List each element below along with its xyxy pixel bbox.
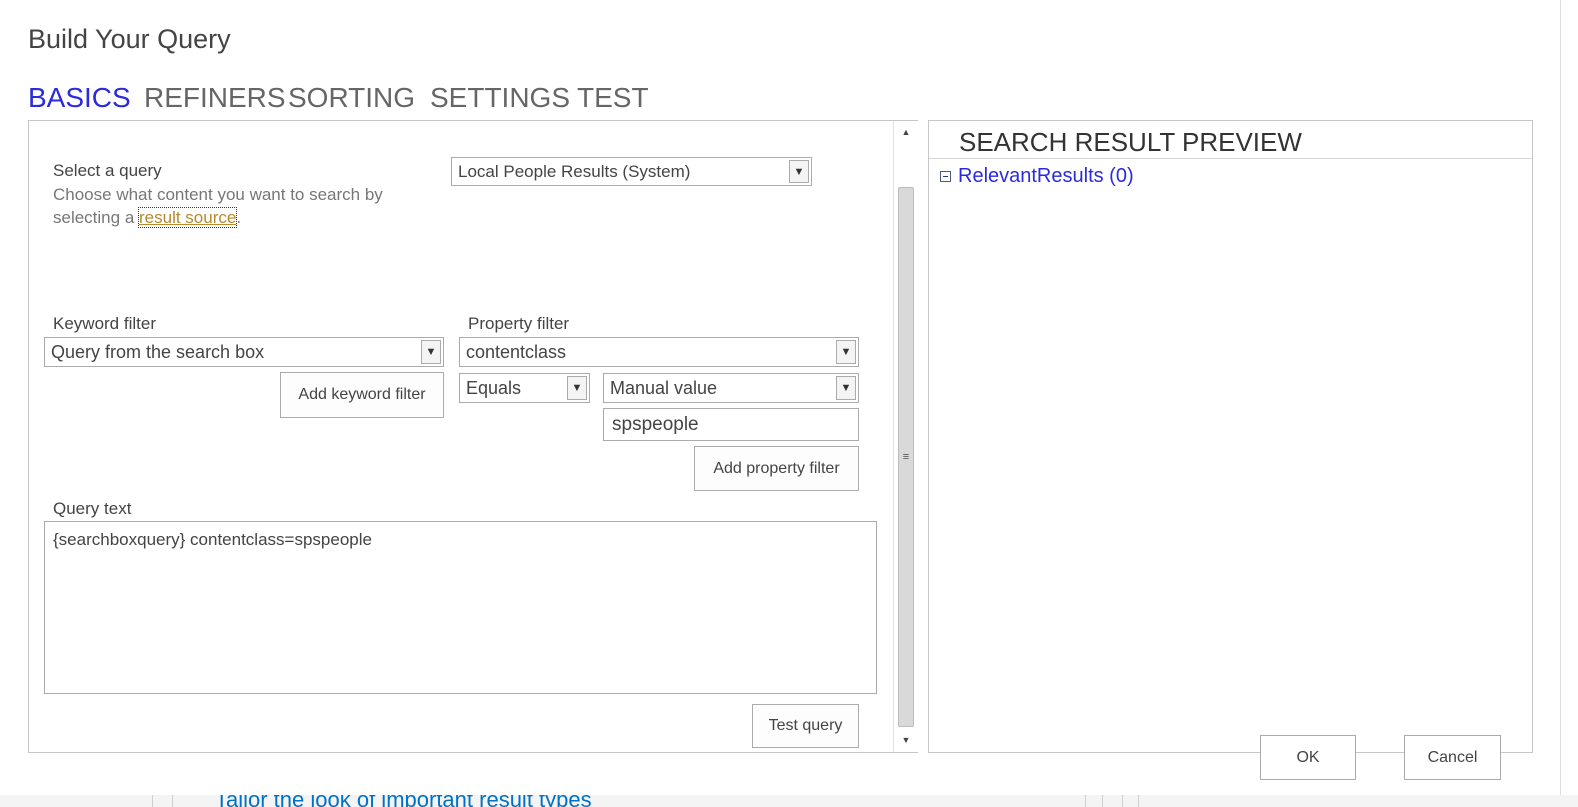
test-query-button[interactable]: Test query — [752, 704, 859, 748]
ok-button[interactable]: OK — [1260, 735, 1356, 780]
preview-divider — [929, 158, 1532, 159]
background-divider — [152, 795, 153, 807]
background-page-text: Tailor the look of important result type… — [215, 795, 592, 807]
chevron-down-icon[interactable]: ▼ — [789, 160, 809, 183]
background-page-edge — [1560, 0, 1578, 795]
tab-sorting[interactable]: SORTING — [288, 82, 415, 114]
value-type-select[interactable]: Manual value ▼ — [603, 373, 859, 403]
property-filter-select[interactable]: contentclass ▼ — [459, 337, 859, 367]
operator-select[interactable]: Equals ▼ — [459, 373, 590, 403]
add-property-filter-button[interactable]: Add property filter — [694, 446, 859, 491]
chevron-down-icon[interactable]: ▼ — [836, 340, 856, 364]
relevant-results-label[interactable]: RelevantResults (0) — [958, 165, 1134, 188]
tab-test[interactable]: TEST — [577, 82, 649, 114]
add-keyword-filter-button[interactable]: Add keyword filter — [280, 372, 444, 418]
select-query-description: Choose what content you want to search b… — [53, 183, 413, 229]
collapse-icon[interactable] — [940, 171, 951, 182]
query-text-area[interactable]: {searchboxquery} contentclass=spspeople — [44, 521, 877, 694]
background-divider — [1085, 795, 1086, 807]
query-text-label: Query text — [53, 499, 132, 518]
dialog-title: Build Your Query — [28, 24, 231, 54]
query-source-value: Local People Results (System) — [458, 161, 691, 181]
keyword-filter-label: Keyword filter — [53, 314, 156, 333]
select-query-description-end: . — [236, 208, 242, 227]
query-source-select[interactable]: Local People Results (System) ▼ — [451, 157, 812, 186]
cancel-button[interactable]: Cancel — [1404, 735, 1501, 780]
property-filter-label: Property filter — [468, 314, 570, 333]
tab-settings[interactable]: SETTINGS — [430, 82, 570, 114]
property-filter-value: contentclass — [466, 341, 567, 362]
operator-value: Equals — [466, 377, 522, 398]
relevant-results-node[interactable]: RelevantResults (0) — [940, 165, 1134, 188]
background-divider — [1138, 795, 1139, 807]
chevron-down-icon[interactable]: ▼ — [567, 376, 587, 400]
scrollbar-thumb[interactable]: ≡ — [898, 187, 914, 727]
keyword-filter-value: Query from the search box — [51, 341, 265, 362]
chevron-down-icon[interactable]: ▼ — [421, 340, 441, 364]
preview-title: SEARCH RESULT PREVIEW — [959, 127, 1302, 157]
tab-refiners[interactable]: REFINERS — [144, 82, 286, 114]
search-result-preview-panel — [928, 120, 1533, 753]
chevron-down-icon[interactable]: ▼ — [836, 376, 856, 400]
property-value-input[interactable]: spspeople — [603, 408, 859, 441]
background-divider — [1122, 795, 1123, 807]
result-source-link[interactable]: result source — [137, 207, 238, 228]
property-value-text: spspeople — [612, 413, 699, 435]
vertical-scrollbar[interactable]: ▲ ≡ ▼ — [893, 121, 918, 752]
background-divider — [1102, 795, 1103, 807]
select-query-label: Select a query — [53, 161, 162, 180]
background-divider — [172, 795, 173, 807]
scroll-down-arrow-icon[interactable]: ▼ — [894, 729, 918, 751]
keyword-filter-select[interactable]: Query from the search box ▼ — [44, 337, 444, 367]
value-type-value: Manual value — [610, 377, 718, 398]
scroll-up-arrow-icon[interactable]: ▲ — [894, 121, 918, 143]
background-page: Tailor the look of important result type… — [0, 795, 1578, 807]
tab-basics[interactable]: BASICS — [28, 82, 131, 114]
